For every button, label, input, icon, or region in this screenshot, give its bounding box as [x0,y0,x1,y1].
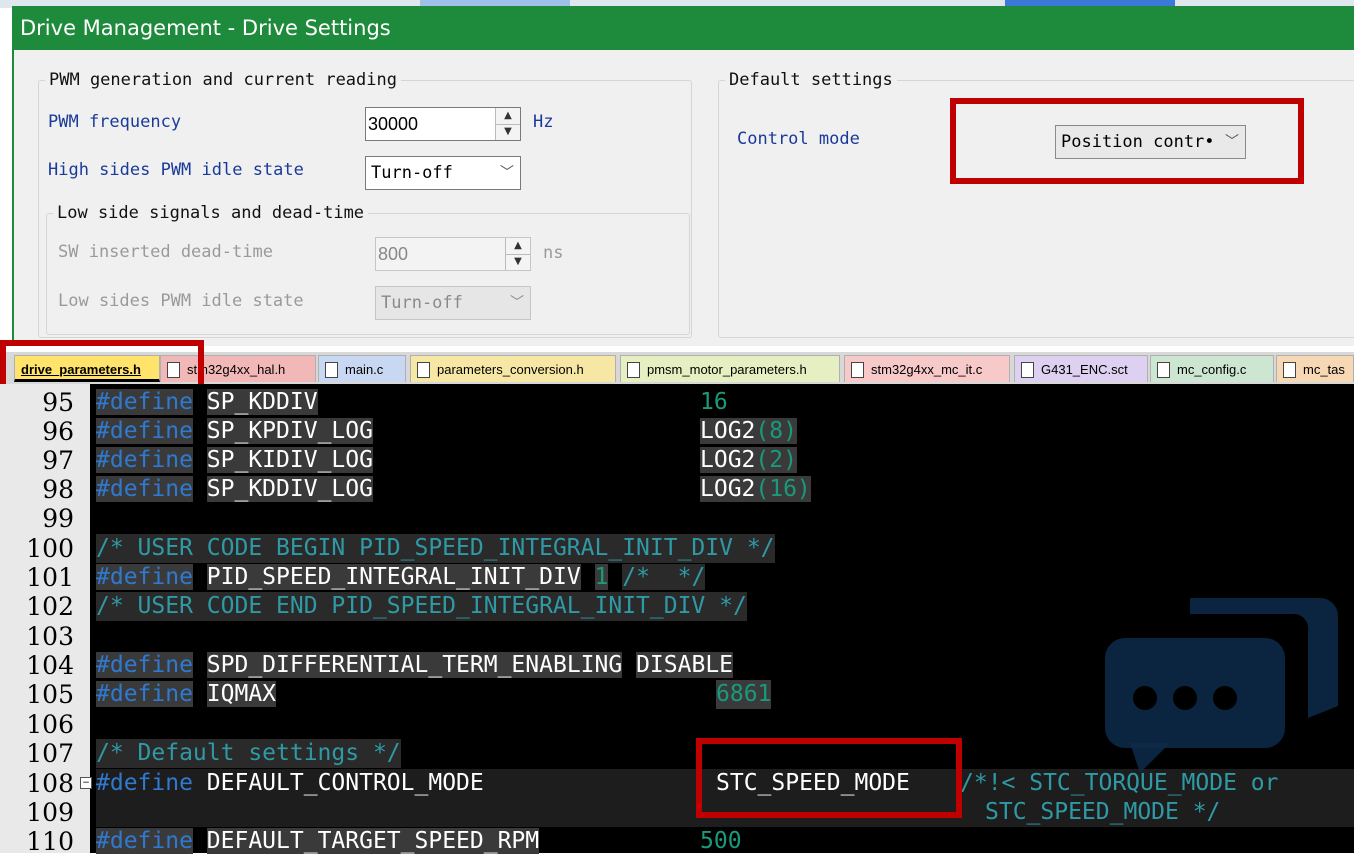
spin-arrows: ▲ ▼ [495,108,520,140]
pwm-frequency-value: 30000 [368,114,419,134]
line-number: 101 [26,563,74,592]
spin-down-icon[interactable]: ▼ [496,124,520,140]
pwm-frequency-unit: Hz [533,112,554,132]
line-number: 98 [42,475,74,504]
line-number: 95 [42,388,74,417]
line-number: 108 [26,769,74,798]
line-number: 104 [26,651,74,680]
pwm-frequency-spinbox[interactable]: 30000 ▲ ▼ [365,107,521,141]
tab-label: pmsm_motor_parameters.h [647,362,807,377]
tab-parameters-conversion[interactable]: parameters_conversion.h [410,355,616,382]
dead-time-spinbox: 800 ▲ ▼ [375,237,531,271]
chevron-down-icon: ﹀ [510,295,524,311]
tab-stm32g4xx-mc-it[interactable]: stm32g4xx_mc_it.c [844,355,1010,382]
code-line-98: #define SP_KDDIV_LOG [96,476,373,502]
pwm-frequency-label: PWM frequency [48,112,182,132]
code-value: 6861 [716,680,772,709]
dead-time-label: SW inserted dead-time [58,242,273,262]
tab-label: parameters_conversion.h [437,362,584,377]
spin-up-icon: ▲ [506,238,530,255]
low-side-idle-select: Turn-off ﹀ [375,286,531,320]
line-number: 100 [26,534,74,563]
default-settings-legend: Default settings [729,70,893,90]
file-icon [1021,361,1034,378]
tab-label: main.c [345,362,384,377]
control-mode-label: Control mode [737,129,860,149]
highlight-box-control-mode [950,98,1304,184]
code-line-97: #define SP_KIDIV_LOG [96,447,373,473]
file-icon [325,361,338,378]
line-number: 97 [42,446,74,475]
line-number: 103 [26,622,74,651]
chat-bubble-watermark-icon [1105,598,1338,773]
code-line-104: #define SPD_DIFFERENTIAL_TERM_ENABLING D… [96,652,734,678]
code-value: LOG2(2) [700,447,797,473]
code-line-107: /* Default settings */ [96,739,401,768]
code-value: LOG2(16) [700,476,811,502]
line-number: 102 [26,592,74,621]
file-icon [1157,361,1170,378]
window-title: Drive Management - Drive Settings [12,6,1354,50]
code-line-108: #define DEFAULT_CONTROL_MODE [96,770,484,796]
line-number: 107 [26,739,74,768]
low-side-idle-value: Turn-off [381,293,463,313]
tab-g431-enc-sct[interactable]: G431_ENC.sct [1014,355,1148,382]
tab-main-c[interactable]: main.c [318,355,406,382]
code-line-110: #define DEFAULT_TARGET_SPEED_RPM [96,828,540,854]
line-number: 110 [26,827,74,856]
line-number: 106 [26,710,74,739]
pwm-group-legend: PWM generation and current reading [49,70,397,90]
collapse-icon[interactable]: − [80,777,92,789]
high-side-idle-label: High sides PWM idle state [48,160,304,180]
file-icon [1283,361,1296,378]
line-number: 109 [26,798,74,827]
code-line-96: #define SP_KPDIV_LOG [96,418,373,444]
tab-label: mc_tas [1303,362,1345,377]
code-line-105: #define IQMAX [96,681,277,707]
spin-arrows: ▲ ▼ [505,238,530,270]
file-icon [851,361,864,378]
code-value: 500 [700,828,742,854]
high-side-idle-select[interactable]: Turn-off ﹀ [365,156,521,190]
tab-label: G431_ENC.sct [1041,362,1128,377]
high-side-idle-value: Turn-off [371,163,453,183]
file-icon [627,361,640,378]
code-line-109: STC_SPEED_MODE */ [985,799,1221,825]
code-value: LOG2(8) [700,418,797,444]
code-line-102: /* USER CODE END PID_SPEED_INTEGRAL_INIT… [96,592,747,621]
chevron-down-icon: ﹀ [500,165,514,181]
low-side-group: Low side signals and dead-time [46,203,690,335]
dead-time-value: 800 [378,244,409,264]
dead-time-unit: ns [543,243,564,263]
line-number: 105 [26,680,74,709]
line-number: 96 [42,417,74,446]
line-number: 99 [42,504,74,533]
tab-pmsm-motor-parameters[interactable]: pmsm_motor_parameters.h [620,355,840,382]
file-icon [417,361,430,378]
code-line-101: #define PID_SPEED_INTEGRAL_INIT_DIV 1 /*… [96,564,706,590]
code-line-100: /* USER CODE BEGIN PID_SPEED_INTEGRAL_IN… [96,534,775,563]
code-line-95: #define SP_KDDIV [96,389,318,415]
highlight-box-default-mode [696,738,962,818]
tab-mc-tasks[interactable]: mc_tas [1276,355,1354,382]
low-side-idle-label: Low sides PWM idle state [58,291,304,311]
tab-label: mc_config.c [1177,362,1247,377]
spin-up-icon[interactable]: ▲ [496,108,520,125]
tab-mc-config[interactable]: mc_config.c [1150,355,1274,382]
code-value: 16 [700,389,728,415]
low-side-group-legend: Low side signals and dead-time [57,203,365,223]
spin-down-icon: ▼ [514,256,522,267]
tab-label: stm32g4xx_mc_it.c [871,362,983,377]
